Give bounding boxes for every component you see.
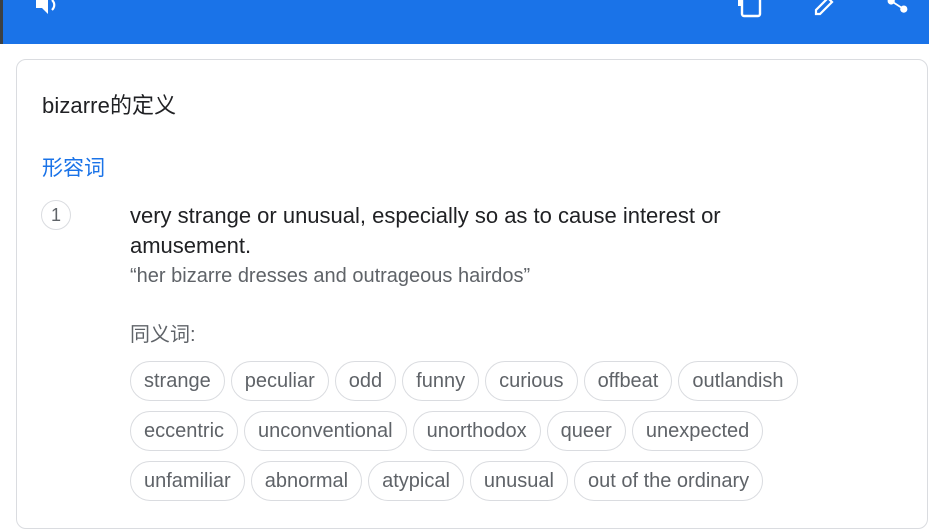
part-of-speech: 形容词: [42, 157, 105, 180]
synonym-chip[interactable]: strange: [130, 361, 225, 401]
copy-icon[interactable]: [736, 0, 772, 20]
synonym-chip[interactable]: queer: [546, 411, 626, 451]
synonym-chip[interactable]: unexpected: [631, 411, 764, 451]
synonym-chip[interactable]: out of the ordinary: [573, 461, 764, 501]
synonym-chip[interactable]: eccentric: [130, 411, 239, 451]
synonym-chip[interactable]: funny: [402, 361, 480, 401]
window-edge: [0, 0, 3, 44]
synonym-chip[interactable]: odd: [334, 361, 397, 401]
synonym-chip[interactable]: offbeat: [583, 361, 673, 401]
synonym-chip[interactable]: abnormal: [250, 461, 363, 501]
synonym-row: unfamiliar abnormal atypical unusual out…: [130, 461, 890, 501]
synonym-chip[interactable]: outlandish: [678, 361, 798, 401]
synonyms-label: 同义词:: [130, 324, 196, 346]
synonym-chip[interactable]: unusual: [469, 461, 568, 501]
synonym-chip[interactable]: atypical: [368, 461, 464, 501]
synonym-row: eccentric unconventional unorthodox quee…: [130, 411, 890, 451]
edit-icon[interactable]: [806, 0, 842, 20]
toolbar: [0, 0, 929, 44]
synonym-row: strange peculiar odd funny curious offbe…: [130, 361, 890, 401]
synonym-chip[interactable]: unfamiliar: [130, 461, 245, 501]
definition-text: very strange or unusual, especially so a…: [130, 203, 721, 258]
speaker-icon[interactable]: [30, 0, 66, 20]
synonym-chips: strange peculiar odd funny curious offbe…: [130, 361, 890, 511]
synonym-chip[interactable]: curious: [485, 361, 578, 401]
synonym-chip[interactable]: peculiar: [230, 361, 329, 401]
share-icon[interactable]: [884, 0, 920, 20]
definition-title: bizarre的定义: [42, 93, 177, 118]
synonym-chip[interactable]: unorthodox: [412, 411, 541, 451]
sense-number: 1: [41, 200, 71, 230]
example-sentence: “her bizarre dresses and outrageous hair…: [130, 265, 531, 287]
synonym-chip[interactable]: unconventional: [244, 411, 407, 451]
